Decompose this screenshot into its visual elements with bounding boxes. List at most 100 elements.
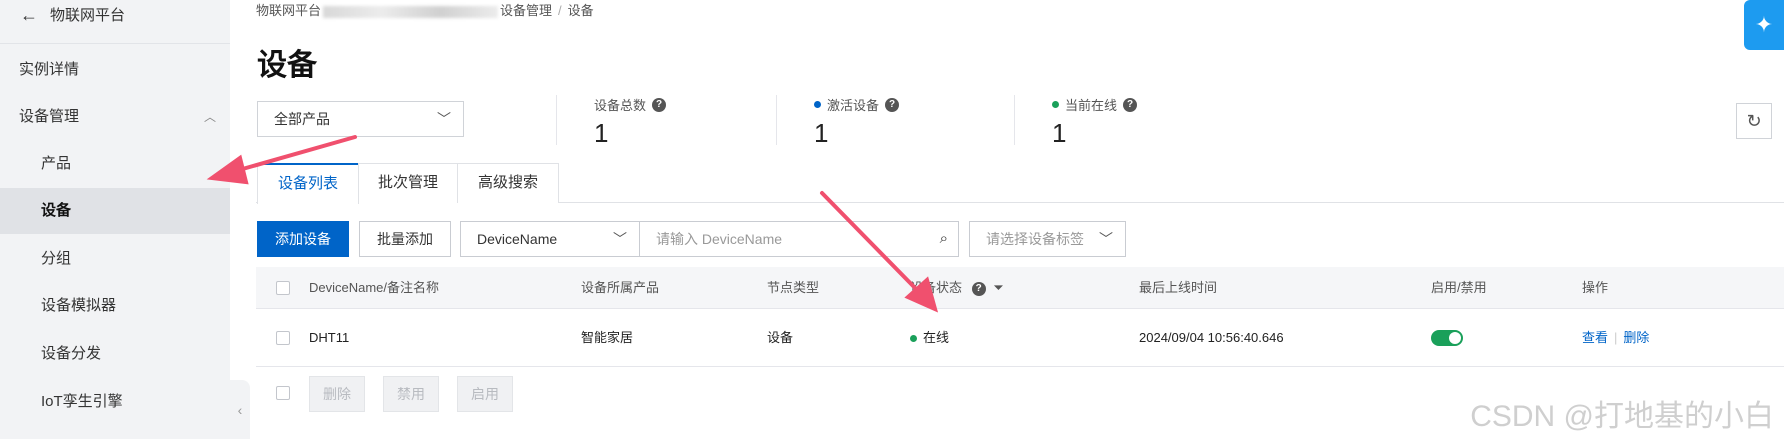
status-dot-icon: [814, 101, 821, 108]
column-header-product: 设备所属产品: [581, 280, 660, 295]
stat-label: 激活设备: [827, 98, 880, 113]
breadcrumb: 物联网平台 设备管理 / 设备: [256, 0, 594, 19]
stat-label: 当前在线: [1065, 98, 1118, 113]
tab-label: 高级搜索: [477, 174, 538, 191]
sidebar-item-group[interactable]: 分组: [0, 236, 230, 282]
chevron-down-icon: ﹀: [613, 231, 627, 247]
stat-activated-devices: 激活设备? 1: [776, 95, 900, 148]
sidebar-item-device-distribution[interactable]: 设备分发: [0, 331, 230, 377]
status-dot-icon: [1052, 101, 1059, 108]
platform-title: 物联网平台: [50, 7, 126, 24]
sidebar-item-product[interactable]: 产品: [0, 141, 230, 187]
sidebar-item-device[interactable]: 设备: [0, 188, 230, 234]
product-select-value: 全部产品: [274, 111, 330, 127]
cell-node-type: 设备: [767, 330, 794, 345]
chevron-down-icon: ﹀: [1099, 231, 1113, 247]
column-header-actions: 操作: [1582, 280, 1609, 295]
cell-product: 智能家居: [581, 330, 634, 345]
delete-link[interactable]: 删除: [1623, 330, 1649, 345]
sidebar-item-label: 分组: [41, 250, 72, 267]
search-field-select[interactable]: DeviceName ﹀: [460, 221, 640, 257]
online-dot-icon: [910, 335, 917, 343]
cell-actions: 查看 | 删除: [1582, 309, 1649, 367]
stat-online-devices: 当前在线? 1: [1014, 95, 1138, 148]
help-icon[interactable]: ?: [971, 281, 986, 296]
column-header-devicename: DeviceName/备注名称: [309, 280, 440, 295]
redacted-instance-id: [323, 5, 499, 18]
column-header-node-type: 节点类型: [767, 280, 820, 295]
add-device-button[interactable]: 添加设备: [257, 221, 349, 257]
search-icon[interactable]: ⌕: [940, 222, 948, 256]
bulk-disable-button[interactable]: 禁用: [383, 376, 439, 412]
app-assistant-button[interactable]: ✦: [1744, 0, 1784, 50]
product-select[interactable]: 全部产品 ﹀: [257, 101, 464, 137]
chevron-left-icon: ‹: [237, 401, 243, 418]
bulk-select-checkbox[interactable]: [276, 386, 290, 400]
filter-icon[interactable]: ⏷: [993, 280, 1003, 295]
help-icon[interactable]: ?: [885, 97, 900, 112]
column-header-enable-disable: 启用/禁用: [1431, 280, 1487, 295]
search-input[interactable]: 请输入 DeviceName ⌕: [639, 221, 959, 257]
stat-label: 设备总数: [594, 98, 647, 113]
row-checkbox[interactable]: [276, 331, 290, 345]
sidebar-item-label: 设备: [41, 202, 72, 219]
sidebar-item-device-simulator[interactable]: 设备模拟器: [0, 283, 230, 329]
page-title: 设备: [257, 49, 317, 82]
device-tag-placeholder: 请选择设备标签: [986, 231, 1084, 247]
main-content: 物联网平台 设备管理 / 设备 设备 全部产品 ﹀ 设备总数? 1 激活设备? 1 当…: [256, 0, 1784, 439]
breadcrumb-root[interactable]: 物联网平台: [256, 3, 321, 18]
sidebar-item-label: 实例详情: [19, 61, 80, 78]
cell-status: 在线: [910, 309, 949, 367]
breadcrumb-middle[interactable]: 设备管理: [500, 3, 552, 18]
stat-total-devices: 设备总数? 1: [556, 95, 667, 148]
tab-batch-management[interactable]: 批次管理: [358, 163, 458, 203]
column-header-last-online: 最后上线时间: [1139, 280, 1218, 295]
table-row: DHT11 智能家居 设备 在线 2024/09/04 10:56:40.646…: [256, 309, 1784, 367]
breadcrumb-separator: /: [558, 3, 562, 18]
breadcrumb-current: 设备: [567, 3, 594, 18]
chevron-up-icon: ︿: [203, 110, 216, 124]
tab-label: 批次管理: [377, 174, 438, 191]
device-tag-select[interactable]: 请选择设备标签 ﹀: [969, 221, 1126, 257]
sidebar-item-device-management[interactable]: 设备管理 ︿: [0, 94, 230, 140]
batch-add-button[interactable]: 批量添加: [359, 221, 451, 257]
sidebar-header[interactable]: ← 物联网平台: [20, 4, 125, 25]
action-separator: |: [1614, 330, 1618, 345]
refresh-button[interactable]: ↻: [1736, 103, 1772, 139]
arrow-left-icon[interactable]: ←: [20, 6, 38, 24]
tab-label: 设备列表: [277, 175, 338, 192]
sidebar-item-label: 设备模拟器: [41, 297, 117, 314]
status-text: 在线: [923, 330, 950, 345]
stat-value: 1: [814, 118, 829, 148]
sidebar: ← 物联网平台 实例详情 设备管理 ︿ 产品 设备 分组 设备模拟器 设备分发 I…: [0, 0, 230, 439]
help-icon[interactable]: ?: [652, 97, 667, 112]
column-header-status-label: 设备状态: [910, 280, 963, 295]
bulk-delete-button[interactable]: 删除: [309, 376, 365, 412]
column-header-status: 设备状态 ? ⏷: [910, 267, 1004, 309]
enable-toggle[interactable]: [1431, 330, 1463, 346]
tab-bar: 设备列表 批次管理 高级搜索: [256, 163, 1784, 204]
tab-device-list[interactable]: 设备列表: [257, 163, 359, 204]
stat-value: 1: [594, 118, 609, 148]
stat-value: 1: [1052, 118, 1067, 148]
sidebar-item-label: 产品: [41, 155, 72, 172]
refresh-icon: ↻: [1746, 111, 1762, 131]
bulk-enable-button[interactable]: 启用: [457, 376, 513, 412]
table-header: DeviceName/备注名称 设备所属产品 节点类型 设备状态 ? ⏷ 最后上…: [256, 267, 1784, 309]
sidebar-collapse-handle[interactable]: ‹: [230, 380, 250, 439]
search-input-placeholder: 请输入 DeviceName: [656, 231, 783, 247]
cloud-link-icon: ✦: [1754, 12, 1774, 37]
view-link[interactable]: 查看: [1582, 330, 1608, 345]
sidebar-item-label: IoT孪生引擎: [41, 393, 123, 410]
cell-device-name: DHT11: [309, 330, 350, 345]
tab-advanced-search[interactable]: 高级搜索: [457, 163, 559, 203]
select-all-checkbox[interactable]: [276, 281, 290, 295]
sidebar-item-instance-detail[interactable]: 实例详情: [0, 47, 230, 93]
sidebar-item-label: 设备管理: [19, 108, 80, 125]
chevron-down-icon: ﹀: [437, 111, 451, 127]
sidebar-divider: [0, 43, 230, 44]
sidebar-item-iot-twin-engine[interactable]: IoT孪生引擎: [0, 379, 230, 425]
cell-last-online: 2024/09/04 10:56:40.646: [1139, 330, 1284, 345]
help-icon[interactable]: ?: [1123, 97, 1138, 112]
search-field-select-value: DeviceName: [477, 231, 558, 247]
